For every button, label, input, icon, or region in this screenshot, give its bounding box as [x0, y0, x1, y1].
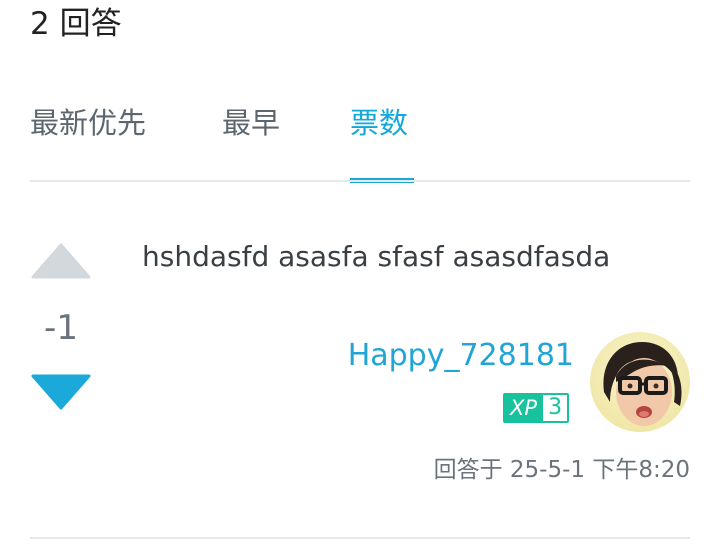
- answer-timestamp: 回答于 25-5-1 下午8:20: [433, 457, 690, 483]
- tabs-divider: [30, 180, 690, 182]
- upvote-icon[interactable]: [31, 243, 91, 279]
- author-avatar[interactable]: [590, 332, 690, 432]
- xp-level-badge: XP 3: [503, 393, 570, 423]
- vote-count: -1: [44, 308, 78, 348]
- sort-tabs: 最新优先 最早 票数: [30, 96, 690, 183]
- answer-divider: [30, 537, 690, 539]
- tab-newest-first[interactable]: 最新优先: [30, 96, 146, 150]
- tab-votes[interactable]: 票数: [350, 96, 408, 150]
- tab-oldest[interactable]: 最早: [222, 96, 280, 150]
- author-name-link[interactable]: Happy_728181: [348, 334, 574, 378]
- xp-level: 3: [543, 395, 568, 421]
- downvote-icon[interactable]: [31, 374, 91, 410]
- answers-count-heading: 2 回答: [30, 6, 122, 42]
- xp-label: XP: [505, 395, 544, 421]
- answer-body: hshdasfd asasfa sfasf asasdfasda: [142, 240, 611, 273]
